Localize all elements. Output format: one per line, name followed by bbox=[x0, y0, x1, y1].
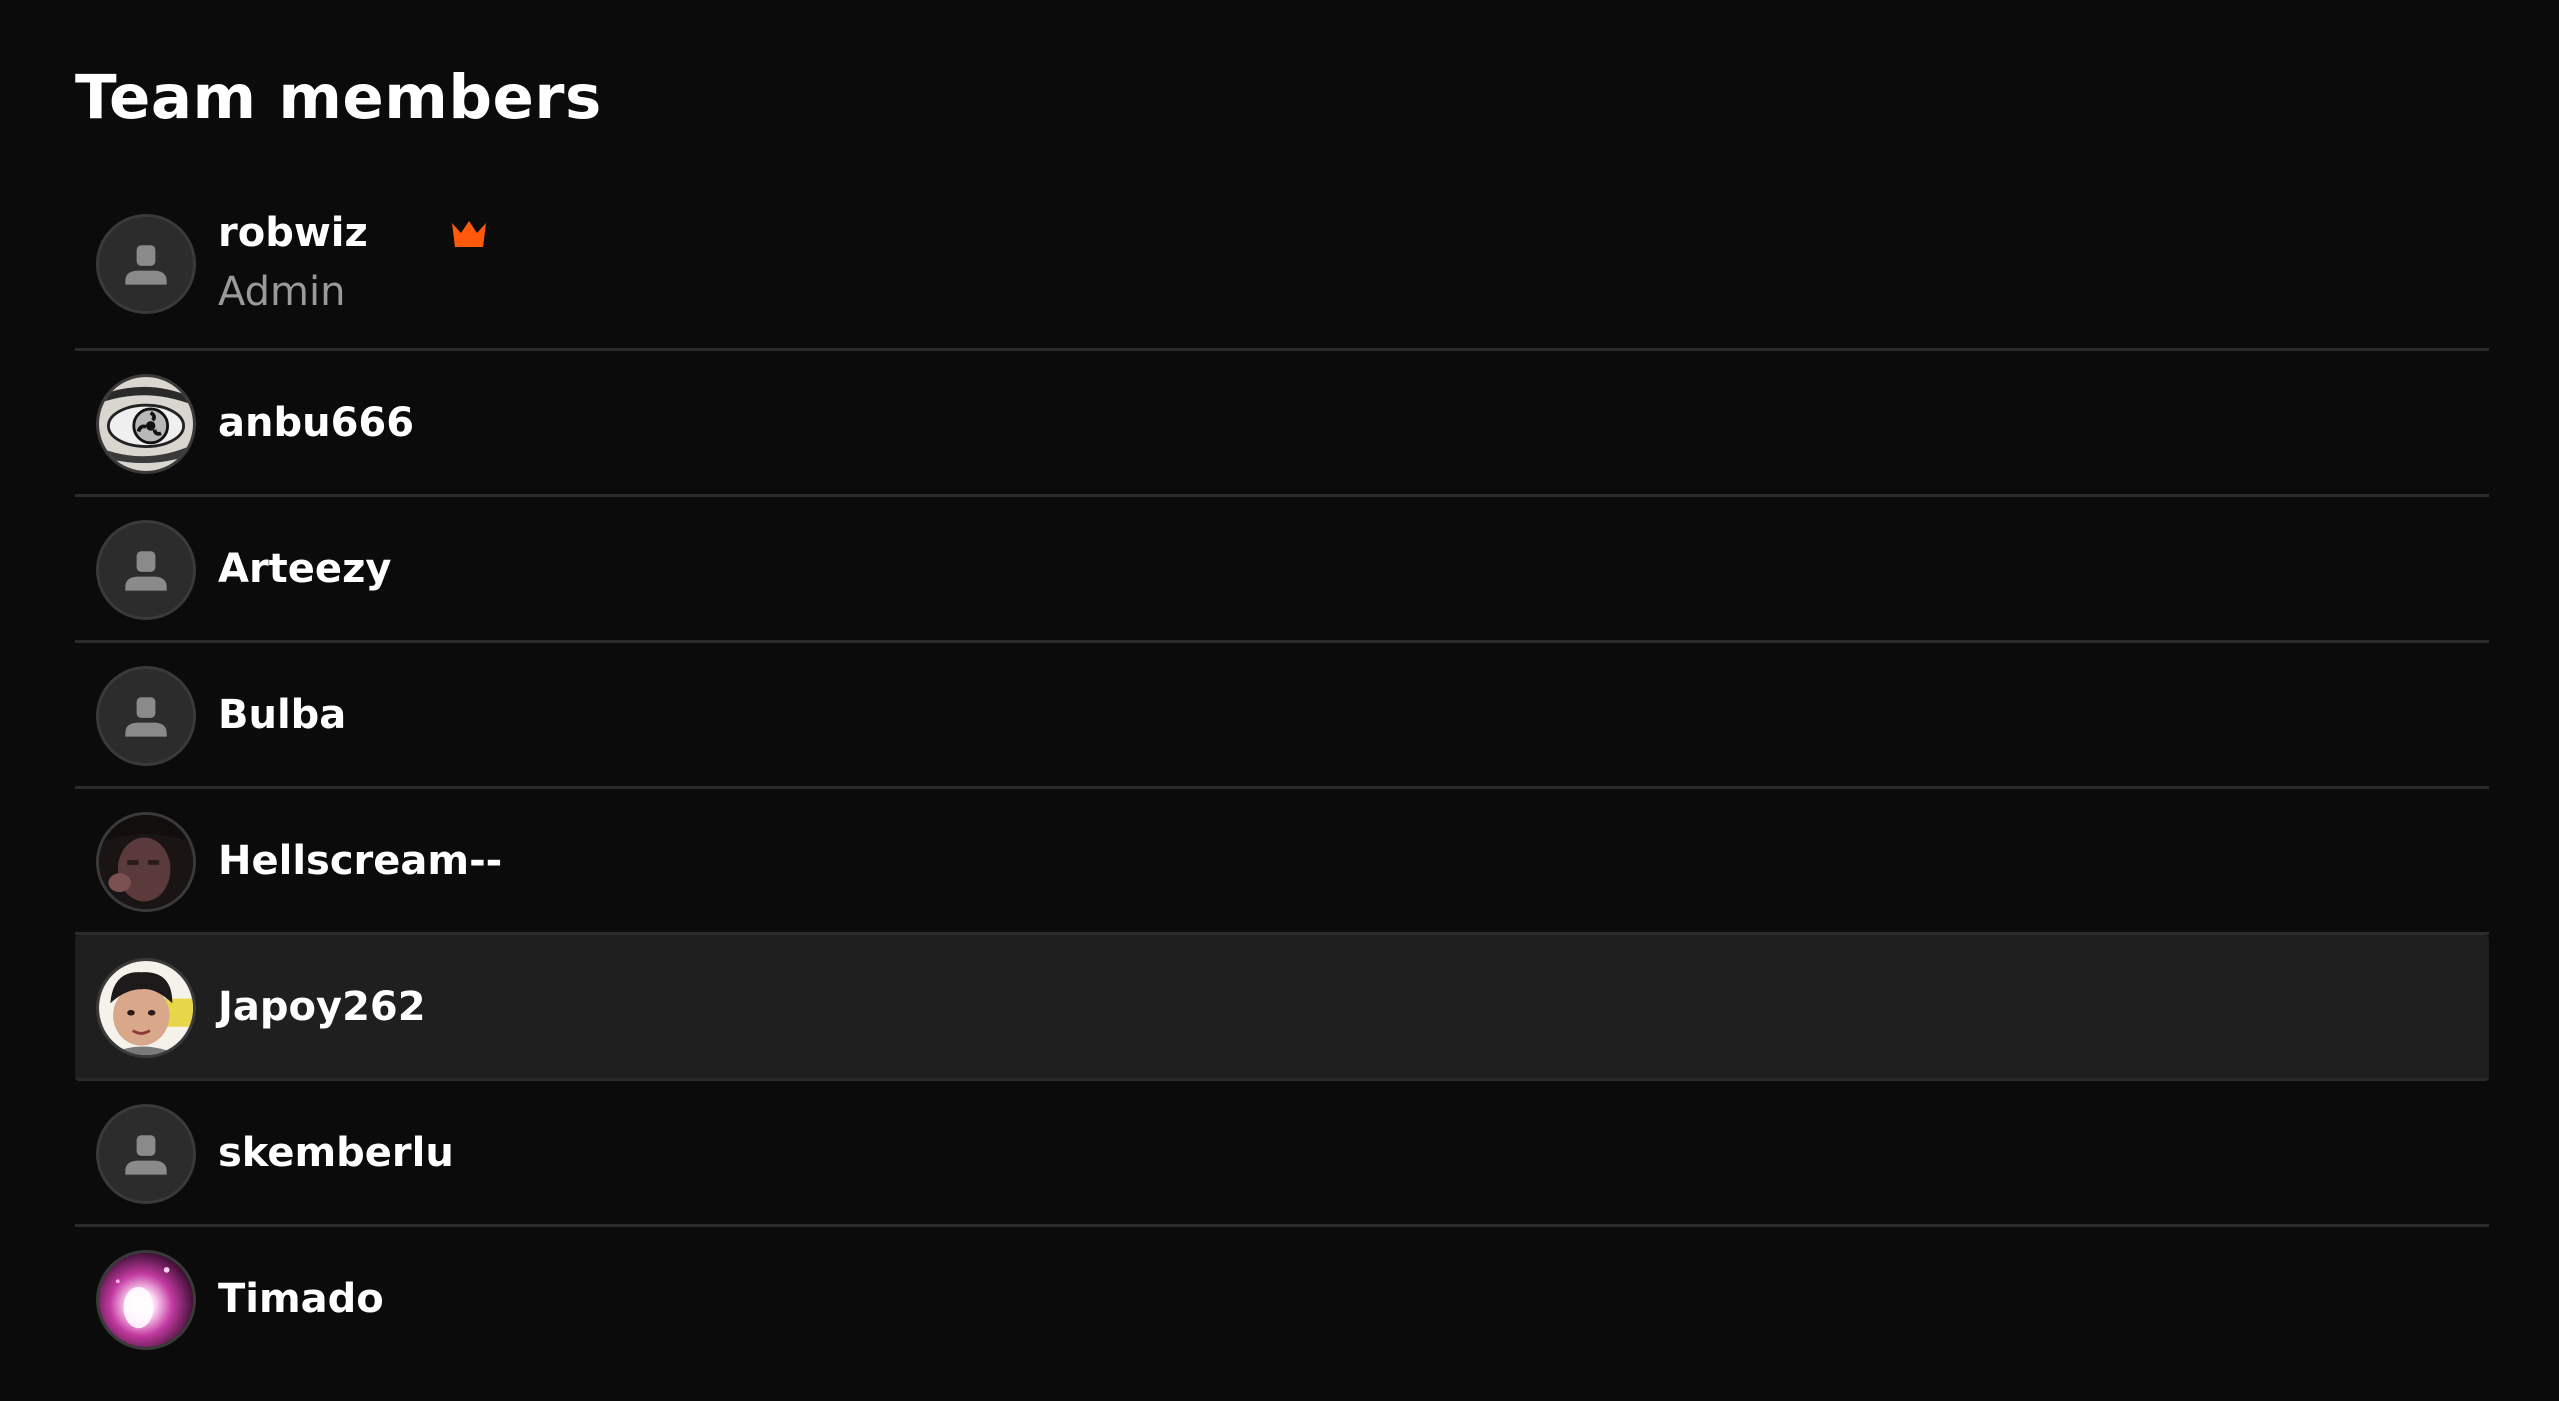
member-row-arteezy[interactable]: Arteezy bbox=[75, 497, 2489, 643]
member-row-skemberlu[interactable]: skemberlu bbox=[75, 1081, 2489, 1227]
member-list: robwiz Admin anbu666 Arteezy Bulba Hells… bbox=[75, 185, 2489, 1373]
default-avatar-icon[interactable] bbox=[96, 666, 196, 766]
member-name[interactable]: Bulba bbox=[218, 690, 346, 740]
member-row-robwiz[interactable]: robwiz Admin bbox=[75, 185, 2489, 351]
member-row-hellscream[interactable]: Hellscream-- bbox=[75, 789, 2489, 935]
team-members-page: Team members robwiz Admin anbu666 Arteez… bbox=[0, 0, 2559, 1401]
member-row-timado[interactable]: Timado bbox=[75, 1227, 2489, 1373]
default-avatar-icon[interactable] bbox=[96, 214, 196, 314]
member-name[interactable]: robwiz bbox=[218, 208, 368, 258]
default-avatar-icon[interactable] bbox=[96, 1104, 196, 1204]
pink-glow-avatar[interactable] bbox=[96, 1250, 196, 1350]
member-name[interactable]: Japoy262 bbox=[218, 982, 426, 1032]
page-title: Team members bbox=[75, 62, 602, 133]
member-name[interactable]: Hellscream-- bbox=[218, 836, 502, 886]
member-row-anbu666[interactable]: anbu666 bbox=[75, 351, 2489, 497]
sharingan-eye-avatar[interactable] bbox=[96, 374, 196, 474]
member-role: Admin bbox=[218, 269, 346, 315]
member-name[interactable]: Arteezy bbox=[218, 544, 391, 594]
member-row-bulba[interactable]: Bulba bbox=[75, 643, 2489, 789]
member-name[interactable]: Timado bbox=[218, 1274, 384, 1324]
boy-photo-avatar[interactable] bbox=[96, 958, 196, 1058]
crown-icon bbox=[452, 221, 486, 247]
face-photo-avatar[interactable] bbox=[96, 812, 196, 912]
member-name[interactable]: skemberlu bbox=[218, 1128, 454, 1178]
default-avatar-icon[interactable] bbox=[96, 520, 196, 620]
member-name[interactable]: anbu666 bbox=[218, 398, 414, 448]
member-row-japoy262[interactable]: Japoy262 bbox=[75, 935, 2489, 1081]
